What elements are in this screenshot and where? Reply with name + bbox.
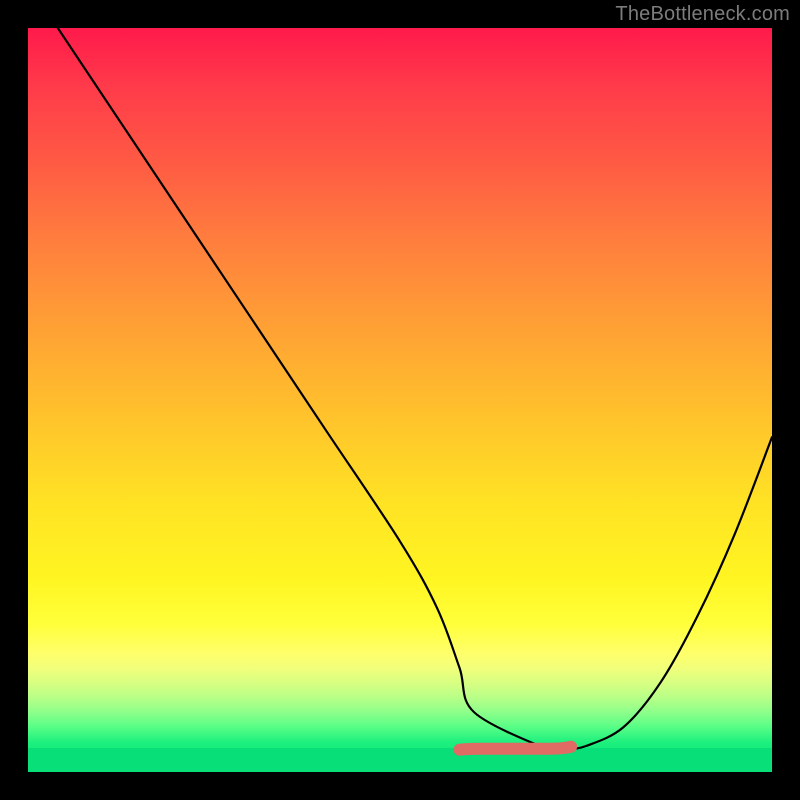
curve-layer <box>28 28 772 772</box>
bottleneck-band <box>460 747 572 750</box>
plot-area <box>28 28 772 772</box>
watermark-text: TheBottleneck.com <box>615 0 790 28</box>
chart-frame: TheBottleneck.com <box>0 0 800 800</box>
bottleneck-curve <box>58 28 772 753</box>
